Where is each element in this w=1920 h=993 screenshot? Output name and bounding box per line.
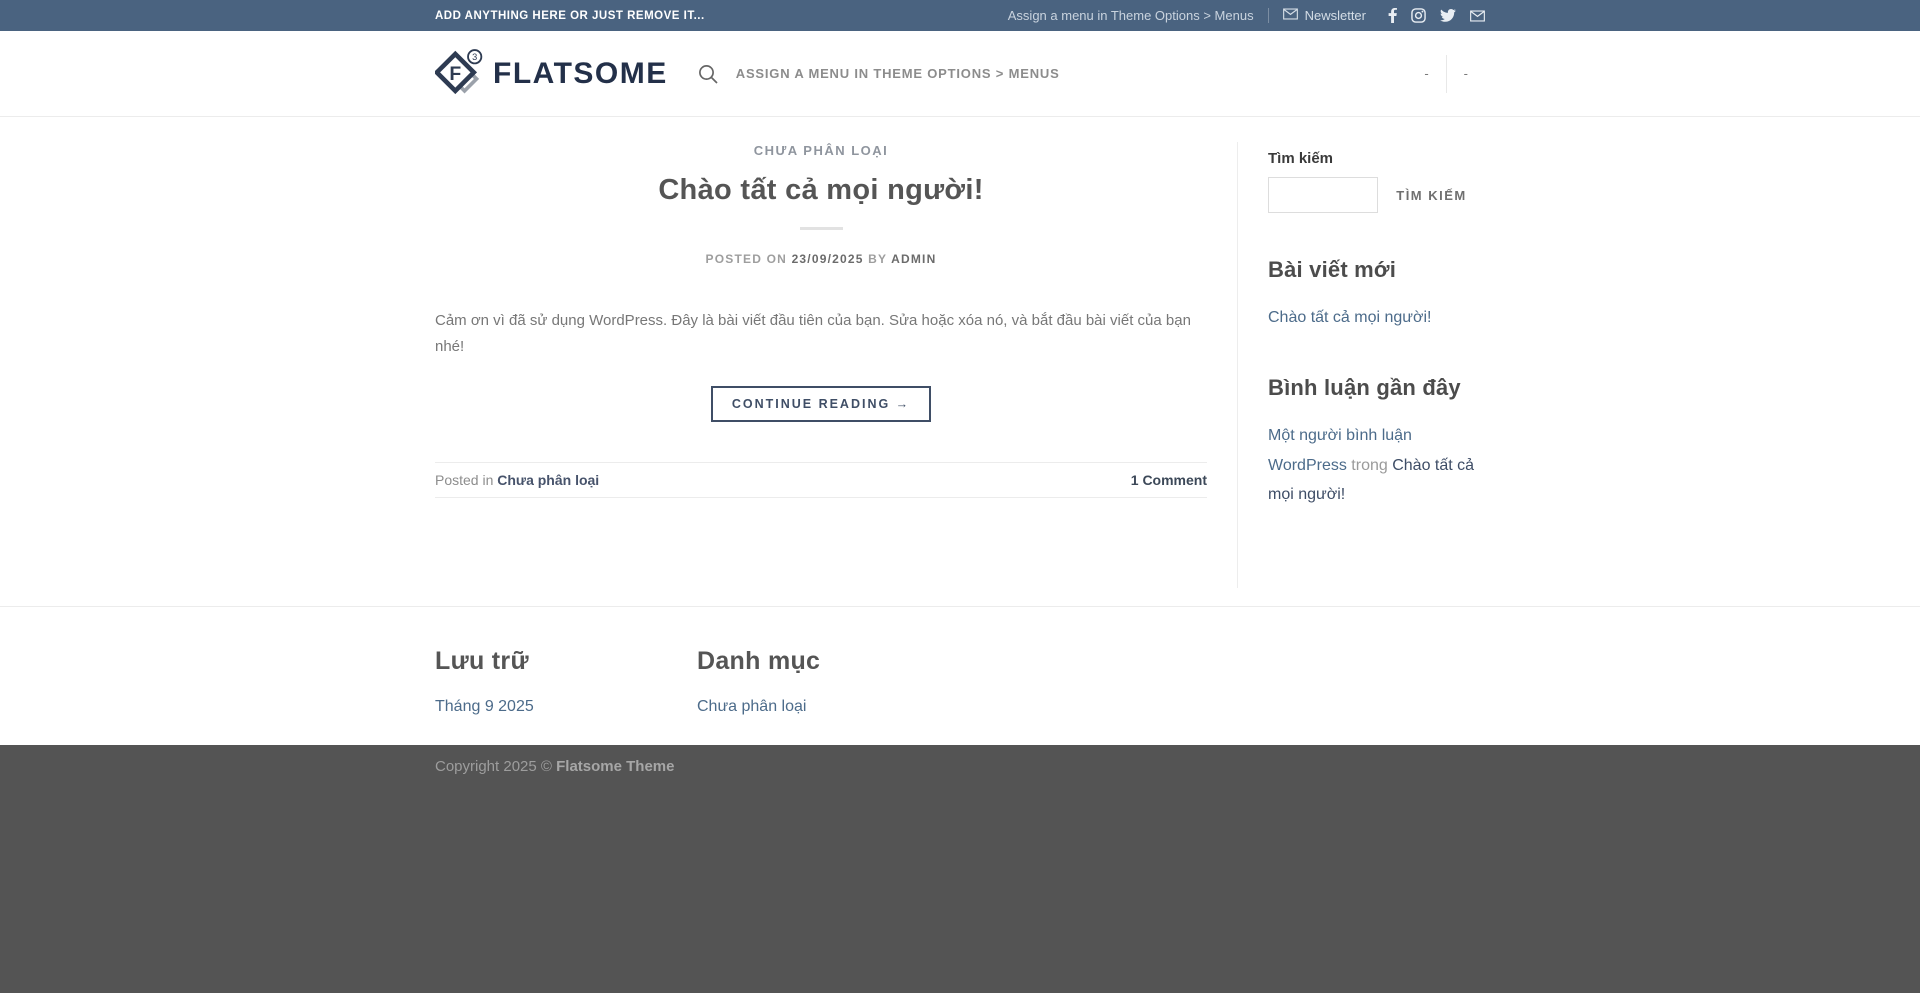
search-input[interactable] xyxy=(1268,177,1378,213)
posted-in-category-link[interactable]: Chưa phân loại xyxy=(497,472,599,488)
post-author-link[interactable]: ADMIN xyxy=(891,252,936,266)
by-label: BY xyxy=(868,252,887,266)
header-placeholder-1[interactable]: - xyxy=(1407,66,1445,81)
recent-posts-heading: Bài viết mới xyxy=(1268,257,1485,283)
page: ADD ANYTHING HERE OR JUST REMOVE IT... A… xyxy=(0,0,1920,993)
topbar-divider xyxy=(1268,8,1269,23)
footer-widgets: Lưu trữ Tháng 9 2025 Danh mục Chưa phân … xyxy=(0,606,1920,745)
newsletter-label: Newsletter xyxy=(1305,8,1366,23)
logo-text: FLATSOME xyxy=(493,57,668,91)
facebook-icon[interactable] xyxy=(1388,8,1397,23)
category-heading: Danh mục xyxy=(697,647,959,676)
site-header: F 3 FLATSOME ASSIGN A MENU IN THEME OPTI… xyxy=(0,31,1920,117)
main-content: CHƯA PHÂN LOẠI Chào tất cả mọi người! PO… xyxy=(435,117,1485,606)
archive-heading: Lưu trữ xyxy=(435,647,697,676)
copyright-bar: Copyright 2025 © Flatsome Theme xyxy=(0,745,1920,993)
continue-reading-button[interactable]: CONTINUE READING → xyxy=(711,386,931,422)
post-category-link[interactable]: CHƯA PHÂN LOẠI xyxy=(754,143,889,158)
search-icon[interactable] xyxy=(698,64,718,84)
sidebar: Tìm kiếm TÌM KIẾM Bài viết mới Chào tất … xyxy=(1237,142,1485,588)
posted-in-label: Posted in xyxy=(435,472,493,488)
header-placeholder-2[interactable]: - xyxy=(1447,66,1485,81)
post-title-link[interactable]: Chào tất cả mọi người! xyxy=(658,174,983,206)
announcement-text: ADD ANYTHING HERE OR JUST REMOVE IT... xyxy=(435,10,705,22)
post-article: CHƯA PHÂN LOẠI Chào tất cả mọi người! PO… xyxy=(435,142,1207,498)
posted-on-label: POSTED ON xyxy=(706,252,787,266)
twitter-icon[interactable] xyxy=(1440,9,1456,22)
comments-link[interactable]: 1 Comment xyxy=(1131,472,1207,488)
flatsome-logo-icon: F 3 xyxy=(435,48,483,100)
post-excerpt: Cảm ơn vì đã sử dụng WordPress. Đây là b… xyxy=(435,308,1207,359)
comment-author-link[interactable]: Một người bình luận WordPress xyxy=(1268,427,1412,474)
newsletter-link[interactable]: Newsletter xyxy=(1283,8,1366,23)
site-logo[interactable]: F 3 FLATSOME xyxy=(435,48,668,100)
footer-category-column: Danh mục Chưa phân loại xyxy=(697,647,959,716)
svg-text:F: F xyxy=(449,62,461,84)
footer-archive-column: Lưu trữ Tháng 9 2025 xyxy=(435,647,697,716)
copyright-text: Copyright 2025 © Flatsome Theme xyxy=(435,758,1485,775)
assign-menu-link[interactable]: Assign a menu in Theme Options > Menus xyxy=(1008,8,1254,23)
envelope-icon xyxy=(1283,8,1298,23)
post-date-link[interactable]: 23/09/2025 xyxy=(792,252,864,266)
post-meta: POSTED ON 23/09/2025 BY ADMIN xyxy=(435,252,1207,266)
header-menu-link[interactable]: ASSIGN A MENU IN THEME OPTIONS > MENUS xyxy=(736,66,1060,81)
footer-category-link[interactable]: Chưa phân loại xyxy=(697,698,959,716)
archive-month-link[interactable]: Tháng 9 2025 xyxy=(435,698,697,716)
comment-connector: trong xyxy=(1351,457,1387,474)
entry-footer: Posted in Chưa phân loại 1 Comment xyxy=(435,462,1207,498)
instagram-icon[interactable] xyxy=(1411,8,1426,23)
recent-comment-item: Một người bình luận WordPress trong Chào… xyxy=(1268,421,1485,510)
recent-comments-heading: Bình luận gần đây xyxy=(1268,375,1485,401)
copyright-prefix: Copyright 2025 © xyxy=(435,758,556,775)
search-submit-button[interactable]: TÌM KIẾM xyxy=(1378,177,1485,215)
search-widget-label: Tìm kiếm xyxy=(1268,150,1485,167)
post-column: CHƯA PHÂN LOẠI Chào tất cả mọi người! PO… xyxy=(435,142,1237,588)
post-title: Chào tất cả mọi người! xyxy=(435,170,1207,207)
copyright-brand: Flatsome Theme xyxy=(556,758,674,775)
top-bar: ADD ANYTHING HERE OR JUST REMOVE IT... A… xyxy=(0,0,1920,31)
recent-post-link[interactable]: Chào tất cả mọi người! xyxy=(1268,309,1432,326)
logo-badge: 3 xyxy=(472,52,477,62)
email-icon[interactable] xyxy=(1470,10,1485,22)
title-divider xyxy=(800,227,843,230)
